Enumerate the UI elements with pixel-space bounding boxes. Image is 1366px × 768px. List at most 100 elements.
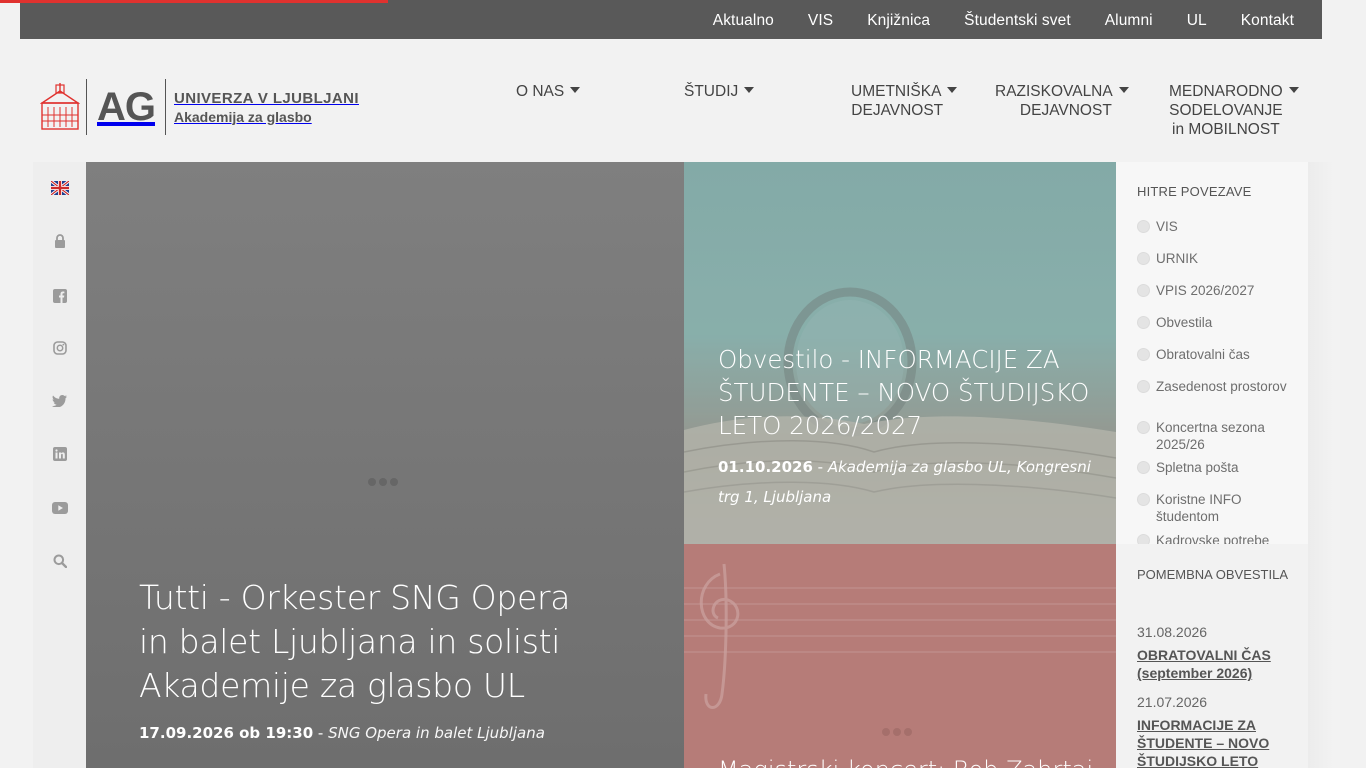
quick-link-label: Kadrovske potrebe [1156,533,1270,544]
quick-link-item[interactable]: VPIS 2026/2027 [1137,282,1297,299]
loading-dot [904,728,912,736]
quick-link-label: VPIS 2026/2027 [1156,283,1255,298]
top-nav-kontakt[interactable]: Kontakt [1241,12,1294,29]
bullet-icon [1137,316,1150,329]
instagram-icon[interactable] [33,336,86,360]
quick-link-item[interactable]: VIS [1137,218,1297,235]
loading-indicator [368,478,398,486]
nav-mednarodno-sodelovanje[interactable]: MEDNARODNO SODELOVANJE in MOBILNOST [1169,82,1299,139]
featured-notice-card[interactable]: Obvestilo - INFORMACIJE ZA ŠTUDENTE – NO… [684,162,1116,544]
logo-abbreviation: AG [97,84,156,129]
hero-meta: 17.09.2026 ob 19:30 - SNG Opera in balet… [139,724,545,742]
nav-mednarodno-label-3: in MOBILNOST [1172,121,1280,138]
building-logo-icon [40,83,80,130]
loading-progress-bar [0,0,388,3]
quick-links-heading: HITRE POVEZAVE [1137,184,1252,199]
caret-down-icon [947,87,958,93]
bullet-icon [1137,534,1150,544]
hero-featured-event[interactable]: Tutti - Orkester SNG Opera in balet Ljub… [86,162,684,768]
notice-date: 01.10.2026 [718,458,813,476]
top-nav-studentski-svet[interactable]: Študentski svet [964,12,1071,29]
quick-link-label: Obratovalni čas [1156,347,1250,362]
logo-divider [86,79,87,135]
top-nav-alumni[interactable]: Alumni [1105,12,1153,29]
uk-flag-icon[interactable] [33,176,86,200]
notice-item-title[interactable]: INFORMACIJE ZA ŠTUDENTE – NOVO ŠTUDIJSKO… [1137,716,1302,768]
nav-studij[interactable]: ŠTUDIJ [684,82,755,101]
nav-o-nas[interactable]: O NAS [516,82,581,101]
nav-raziskovalna-dejavnost[interactable]: RAZISKOVALNA DEJAVNOST [995,82,1129,120]
logo-academy-name: Akademija za glasbo [174,108,312,125]
quick-link-item[interactable]: Koncertna sezona 2025/26 [1137,419,1297,453]
caret-down-icon [744,87,755,93]
quick-link-item[interactable]: Obratovalni čas [1137,346,1297,363]
quick-links-panel: HITRE POVEZAVE VIS URNIK VPIS 2026/2027 … [1116,162,1308,544]
bullet-icon [1137,461,1150,474]
youtube-icon[interactable] [33,496,86,520]
nav-raziskovalna-label-1: RAZISKOVALNA [995,83,1113,100]
quick-link-item[interactable]: Kadrovske potrebe [1137,532,1297,544]
twitter-icon[interactable] [33,389,86,413]
loading-dot [882,728,890,736]
quick-link-item[interactable]: Koristne INFO študentom [1137,491,1297,525]
lock-icon[interactable] [33,229,86,253]
quick-link-label: Koncertna sezona 2025/26 [1156,420,1265,452]
logo-university-name: UNIVERZA V LJUBLJANI [174,89,359,107]
loading-indicator [882,728,912,736]
hero-separator: - [313,724,329,742]
hero-date: 17.09.2026 ob 19:30 [139,724,314,742]
nav-umetniska-label-1: UMETNIŠKA [851,83,942,100]
loading-dot [390,478,398,486]
bullet-icon [1137,284,1150,297]
bullet-icon [1137,220,1150,233]
nav-mednarodno-label-1: MEDNARODNO [1169,83,1283,100]
top-nav-vis[interactable]: VIS [808,12,833,29]
notice-title: Obvestilo - INFORMACIJE ZA ŠTUDENTE – NO… [718,345,1090,440]
top-nav-aktualno[interactable]: Aktualno [713,12,774,29]
caret-down-icon [1118,87,1129,93]
nav-raziskovalna-label-2: DEJAVNOST [1019,102,1112,119]
page-edge-shadow [1308,162,1334,768]
site-logo[interactable]: AG UNIVERZA V LJUBLJANI Akademija za gla… [40,79,359,135]
loading-dot [368,478,376,486]
notices-heading: POMEMBNA OBVESTILA [1137,567,1288,582]
quick-link-item[interactable]: URNIK [1137,250,1297,267]
quick-link-label: Spletna pošta [1156,460,1239,475]
quick-link-item[interactable]: Spletna pošta [1137,459,1297,476]
facebook-icon[interactable] [33,284,86,308]
site-header: AG UNIVERZA V LJUBLJANI Akademija za gla… [20,39,1322,162]
top-nav-ul[interactable]: UL [1187,12,1207,29]
linkedin-icon[interactable] [33,442,86,466]
hero-location: SNG Opera in balet Ljubljana [328,724,545,742]
notice-meta: 01.10.2026 - Akademija za glasbo UL, Kon… [718,452,1098,512]
bullet-icon [1137,493,1150,506]
quick-link-item[interactable]: Zasedenost prostorov [1137,378,1297,395]
loading-dot [893,728,901,736]
hero-title: Tutti - Orkester SNG Opera in balet Ljub… [139,578,571,705]
notice-item-title[interactable]: OBRATOVALNI ČAS (september 2026) [1137,646,1302,682]
nav-umetniska-dejavnost[interactable]: UMETNIŠKA DEJAVNOST [851,82,958,120]
quick-link-item[interactable]: Obvestila [1137,314,1297,331]
loading-dot [379,478,387,486]
quick-link-label: Koristne INFO študentom [1156,492,1242,524]
bullet-icon [1137,380,1150,393]
page: Aktualno VIS Knjižnica Študentski svet A… [0,0,1366,768]
nav-mednarodno-label-2: SODELOVANJE [1169,102,1283,119]
bullet-icon [1137,421,1150,434]
nav-o-nas-label: O NAS [516,83,565,100]
top-nav: Aktualno VIS Knjižnica Študentski svet A… [679,0,1294,39]
concert-title: Magistrski koncert: Bob Zahrtai [718,756,1093,768]
top-utility-bar: Aktualno VIS Knjižnica Študentski svet A… [20,0,1322,39]
quick-link-label: Zasedenost prostorov [1156,379,1287,394]
caret-down-icon [1288,87,1299,93]
quick-link-label: VIS [1156,219,1178,234]
nav-studij-label: ŠTUDIJ [684,83,739,100]
caret-down-icon [570,87,581,93]
search-icon[interactable] [33,549,86,573]
logo-text: UNIVERZA V LJUBLJANI Akademija za glasbo [174,90,359,125]
quick-link-label: URNIK [1156,251,1199,266]
top-nav-knjiznica[interactable]: Knjižnica [867,12,930,29]
notice-item-date: 31.08.2026 [1137,624,1208,640]
concert-card[interactable]: Magistrski koncert: Bob Zahrtai [684,544,1116,768]
social-sidebar [33,162,86,768]
